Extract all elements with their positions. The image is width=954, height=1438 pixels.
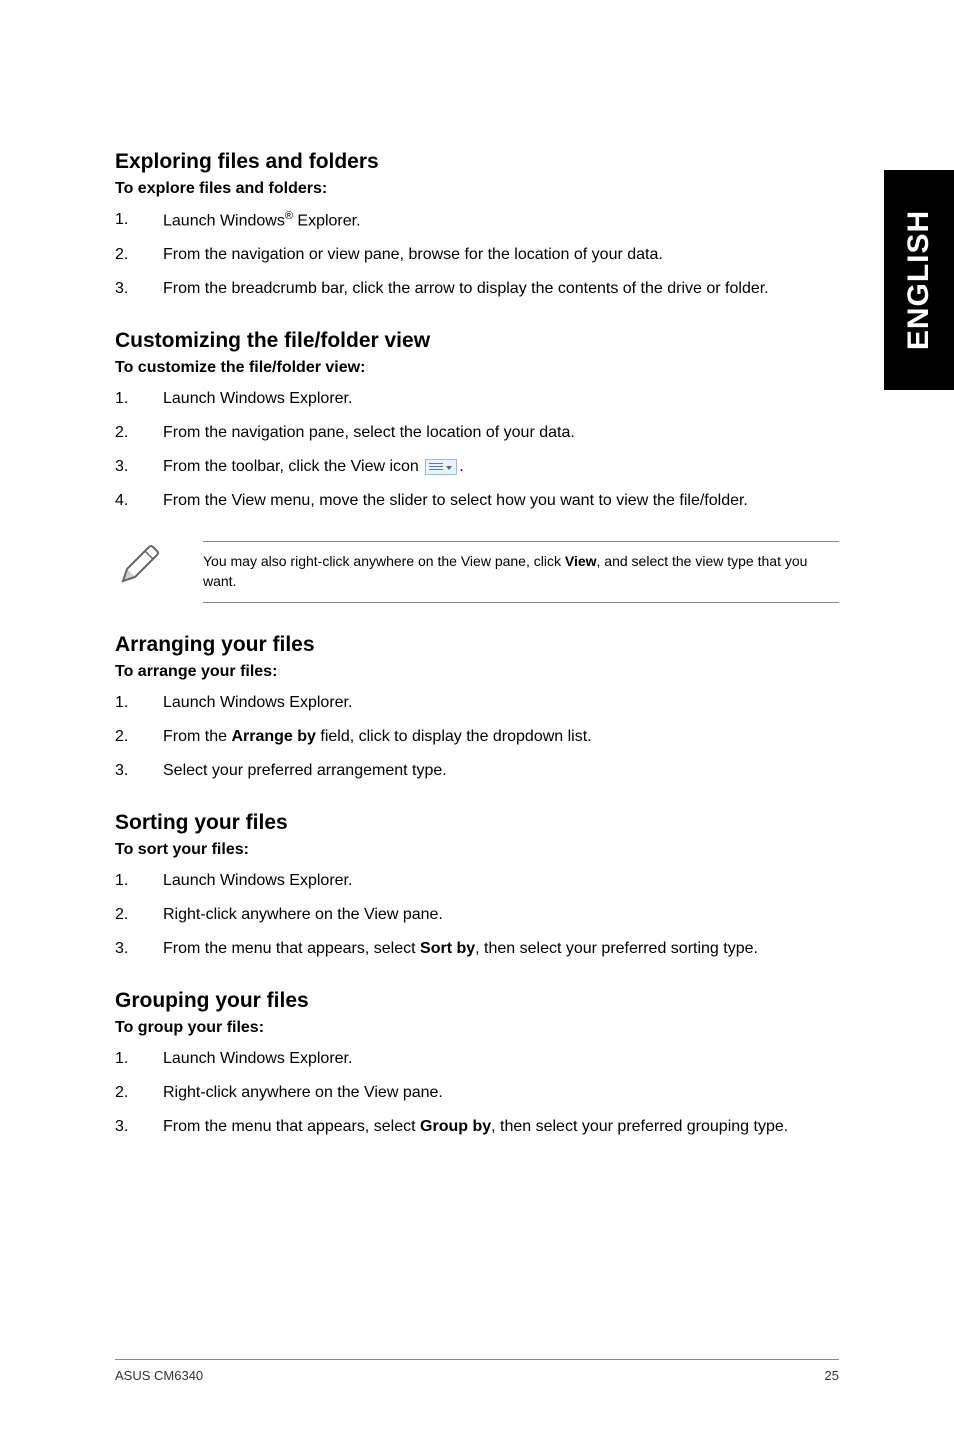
- step-item: 3.Select your preferred arrangement type…: [115, 759, 839, 783]
- section-subhead: To arrange your files:: [115, 663, 839, 681]
- step-number: 3.: [115, 455, 163, 479]
- pencil-icon: [115, 541, 163, 594]
- step-text: From the breadcrumb bar, click the arrow…: [163, 277, 839, 301]
- step-list: 1.Launch Windows Explorer.2.Right-click …: [115, 869, 839, 961]
- page-footer: ASUS CM6340 25: [115, 1359, 839, 1383]
- step-text: From the navigation pane, select the loc…: [163, 421, 839, 445]
- footer-page-number: 25: [825, 1368, 839, 1383]
- step-text: Launch Windows Explorer.: [163, 387, 839, 411]
- page-content: Exploring files and folders To explore fi…: [0, 0, 954, 1139]
- step-text: Select your preferred arrangement type.: [163, 759, 839, 783]
- section-title: Sorting your files: [115, 811, 839, 835]
- step-text: From the menu that appears, select Group…: [163, 1115, 839, 1139]
- step-item: 3.From the menu that appears, select Sor…: [115, 937, 839, 961]
- footer-product: ASUS CM6340: [115, 1368, 203, 1383]
- step-item: 1.Launch Windows® Explorer.: [115, 208, 839, 233]
- section-subhead: To sort your files:: [115, 841, 839, 859]
- step-list: 1.Launch Windows Explorer.2.From the nav…: [115, 387, 839, 513]
- step-list: 1.Launch Windows Explorer.2.Right-click …: [115, 1047, 839, 1139]
- note-text-wrap: You may also right-click anywhere on the…: [203, 541, 839, 602]
- step-number: 1.: [115, 387, 163, 411]
- section-subhead: To group your files:: [115, 1019, 839, 1037]
- step-number: 1.: [115, 1047, 163, 1071]
- section-subhead: To explore files and folders:: [115, 180, 839, 198]
- step-number: 3.: [115, 759, 163, 783]
- section-title: Arranging your files: [115, 633, 839, 657]
- step-item: 2.From the navigation pane, select the l…: [115, 421, 839, 445]
- step-number: 2.: [115, 1081, 163, 1105]
- step-list: 1.Launch Windows Explorer.2.From the Arr…: [115, 691, 839, 783]
- section-title: Exploring files and folders: [115, 150, 839, 174]
- step-item: 1.Launch Windows Explorer.: [115, 869, 839, 893]
- step-item: 3.From the toolbar, click the View icon …: [115, 455, 839, 479]
- step-item: 2.Right-click anywhere on the View pane.: [115, 1081, 839, 1105]
- step-number: 1.: [115, 691, 163, 715]
- step-text: From the menu that appears, select Sort …: [163, 937, 839, 961]
- step-number: 2.: [115, 243, 163, 267]
- step-text: From the View menu, move the slider to s…: [163, 489, 839, 513]
- step-text: Launch Windows Explorer.: [163, 1047, 839, 1071]
- view-dropdown-icon: [425, 459, 457, 475]
- step-item: 1.Launch Windows Explorer.: [115, 1047, 839, 1071]
- note-text: You may also right-click anywhere on the…: [203, 552, 839, 591]
- step-number: 4.: [115, 489, 163, 513]
- step-number: 2.: [115, 421, 163, 445]
- step-number: 3.: [115, 937, 163, 961]
- step-list: 1.Launch Windows® Explorer.2.From the na…: [115, 208, 839, 301]
- step-text: From the toolbar, click the View icon .: [163, 455, 839, 479]
- step-item: 2.From the Arrange by field, click to di…: [115, 725, 839, 749]
- step-text: Launch Windows Explorer.: [163, 691, 839, 715]
- step-number: 2.: [115, 725, 163, 749]
- step-text: Launch Windows Explorer.: [163, 869, 839, 893]
- step-number: 1.: [115, 869, 163, 893]
- step-item: 2.From the navigation or view pane, brow…: [115, 243, 839, 267]
- step-number: 3.: [115, 1115, 163, 1139]
- step-text: Right-click anywhere on the View pane.: [163, 1081, 839, 1105]
- section-title: Grouping your files: [115, 989, 839, 1013]
- step-number: 3.: [115, 277, 163, 301]
- section-title: Customizing the file/folder view: [115, 329, 839, 353]
- step-text: Right-click anywhere on the View pane.: [163, 903, 839, 927]
- step-text: Launch Windows® Explorer.: [163, 208, 839, 233]
- step-item: 3.From the breadcrumb bar, click the arr…: [115, 277, 839, 301]
- step-item: 3.From the menu that appears, select Gro…: [115, 1115, 839, 1139]
- step-text: From the navigation or view pane, browse…: [163, 243, 839, 267]
- section-subhead: To customize the file/folder view:: [115, 359, 839, 377]
- step-text: From the Arrange by field, click to disp…: [163, 725, 839, 749]
- step-number: 2.: [115, 903, 163, 927]
- step-item: 1.Launch Windows Explorer.: [115, 387, 839, 411]
- step-number: 1.: [115, 208, 163, 233]
- step-item: 1.Launch Windows Explorer.: [115, 691, 839, 715]
- note-block: You may also right-click anywhere on the…: [115, 541, 839, 602]
- step-item: 2.Right-click anywhere on the View pane.: [115, 903, 839, 927]
- step-item: 4.From the View menu, move the slider to…: [115, 489, 839, 513]
